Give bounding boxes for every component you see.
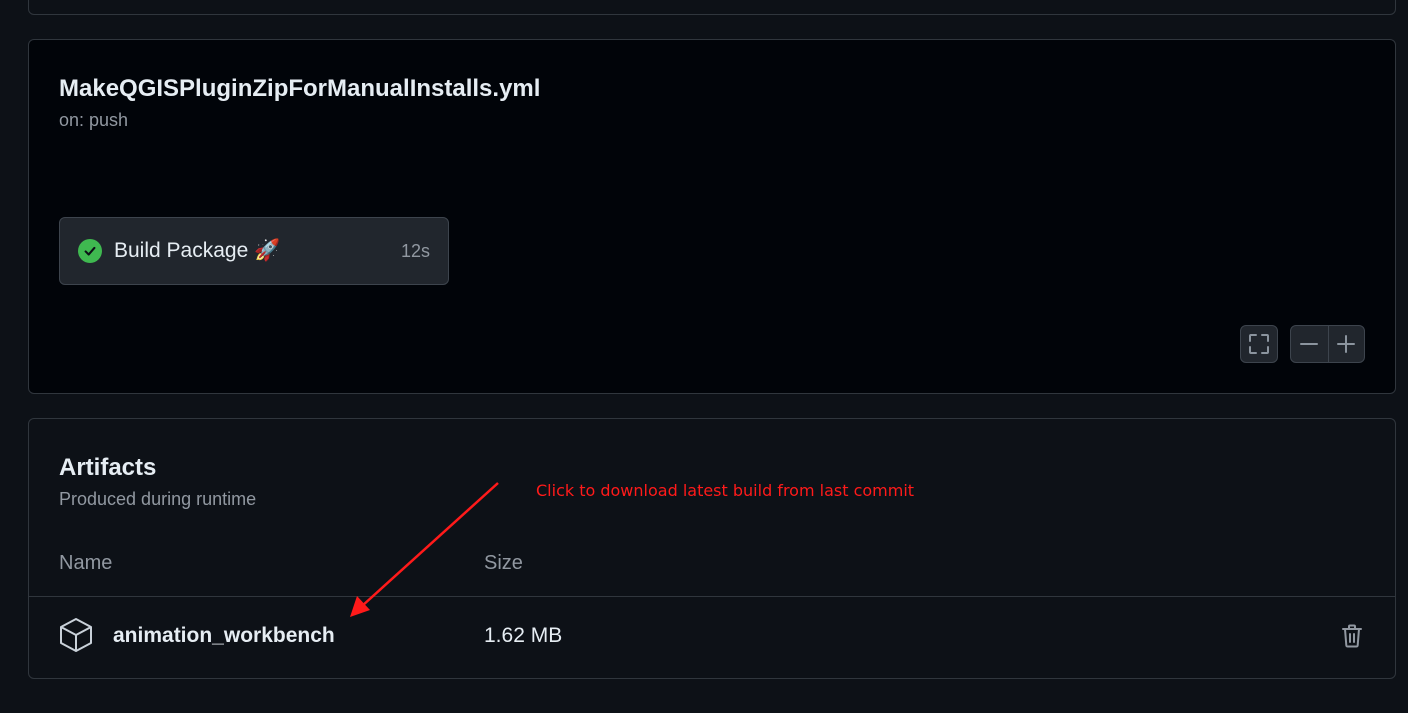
trash-icon (1342, 624, 1362, 648)
fullscreen-button[interactable] (1240, 325, 1278, 363)
artifacts-title: Artifacts (59, 454, 157, 481)
artifacts-card: Artifacts Produced during runtime Name S… (28, 418, 1396, 679)
previous-card (28, 0, 1396, 15)
job-duration: 12s (400, 240, 430, 261)
artifact-row: animation_workbench 1.62 MB (29, 596, 1395, 679)
zoom-out-button[interactable] (1291, 326, 1328, 362)
minus-icon (1300, 343, 1319, 345)
artifact-size: 1.62 MB (484, 624, 563, 647)
check-circle-icon (78, 239, 102, 263)
job-build-package[interactable]: Build Package 🚀 12s (59, 217, 449, 285)
annotation-text: Click to download latest build from last… (536, 481, 915, 500)
delete-artifact-button[interactable] (1337, 621, 1367, 651)
workflow-trigger: on: push (59, 110, 129, 130)
artifacts-subtitle: Produced during runtime (59, 489, 257, 509)
job-name: Build Package 🚀 (114, 239, 281, 262)
workflow-graph-card: MakeQGISPluginZipForManualInstalls.yml o… (28, 39, 1396, 394)
workflow-file-name: MakeQGISPluginZipForManualInstalls.yml (59, 75, 541, 102)
column-header-name: Name (59, 552, 113, 574)
zoom-in-button[interactable] (1327, 326, 1365, 362)
artifact-download-link[interactable]: animation_workbench (113, 624, 335, 648)
plus-icon (1337, 335, 1356, 353)
fullscreen-icon (1249, 334, 1269, 354)
zoom-controls (1290, 325, 1365, 363)
column-header-size: Size (484, 552, 523, 574)
package-icon (59, 617, 93, 658)
